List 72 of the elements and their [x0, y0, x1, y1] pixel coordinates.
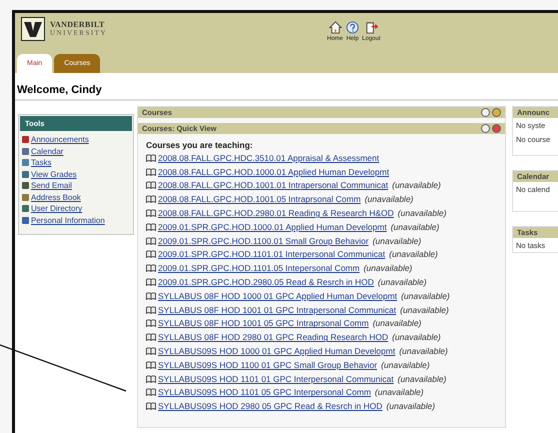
book-icon: [146, 236, 156, 245]
course-link[interactable]: SYLLABUS 08F HOD 1000 01 GPC Applied Human Developmt: [158, 290, 398, 301]
course-link[interactable]: SYLLABUS09S HOD 1100 01 GPC Small Group Behavior: [158, 360, 378, 370]
welcome-heading: Welcome, Cindy: [15, 73, 558, 101]
availability-note: (unavailable): [399, 346, 448, 356]
section-heading: Courses you are teaching:: [146, 140, 254, 150]
tool-link[interactable]: Calendar: [31, 146, 64, 156]
course-link[interactable]: SYLLABUS09S HOD 1101 05 GPC Interpersonal Comm: [158, 387, 371, 398]
availability-note: (unavailable): [364, 263, 412, 274]
availability-note: (unavailable): [389, 249, 438, 260]
book-icon: [146, 181, 156, 190]
door-icon: [364, 21, 378, 34]
edit-icon[interactable]: [492, 108, 501, 117]
course-link[interactable]: SYLLABUS09S HOD 2980 05 GPC Read & Resrch in HOD: [158, 401, 382, 412]
availability-note: (unavailable): [381, 360, 430, 370]
book-icon: [146, 319, 156, 328]
shield-icon: [21, 17, 45, 41]
tool-link[interactable]: Tasks: [31, 158, 52, 168]
availability-note: (unavailable): [392, 180, 441, 190]
home-icon: [328, 21, 342, 34]
course-link[interactable]: 2008.08.FALL.GPC.HOD.1001.05 Intraprsonal Comm: [158, 194, 361, 204]
availability-note: (unavailable): [372, 236, 422, 246]
logo-title: VANDERBILT: [50, 20, 106, 29]
book-icon: [146, 222, 156, 231]
availability-note: (unavailable): [401, 290, 450, 301]
course-link[interactable]: 2008.08.FALL.GPC.HOD.1000.01 Applied Human Developmt: [158, 166, 390, 177]
course-link[interactable]: SYLLABUS09S HOD 1000 01 GPC Applied Human Developmt: [158, 346, 396, 356]
availability-note: (unavailable): [398, 208, 446, 218]
course-link[interactable]: 2009.01.SPR.GPC.HOD.1100.01 Small Group Behavior: [158, 236, 369, 246]
course-link[interactable]: SYLLABUS 08F HOD 1001 01 GPC Intrapersonal Communicat: [158, 304, 396, 315]
tool-link[interactable]: Announcements: [31, 135, 89, 144]
book-icon: [146, 278, 156, 286]
tool-link[interactable]: Personal Information: [31, 216, 105, 225]
close-icon[interactable]: [492, 124, 501, 133]
tool-link[interactable]: Send Email: [31, 181, 72, 190]
course-link[interactable]: 2009.01.SPR.GPC.HOD.1101.01 Interpersonal Communicat: [158, 249, 386, 260]
book-icon: [146, 388, 156, 396]
course-link[interactable]: 2009.01.SPR.GPC.HOD.2980.05 Read & Resrch in HOD: [158, 277, 374, 288]
book-icon: [146, 360, 156, 369]
availability-note: (unavailable): [372, 318, 422, 328]
book-icon: [146, 292, 156, 300]
availability-note: (unavailable): [390, 222, 440, 232]
book-icon: [146, 264, 156, 272]
course-link[interactable]: 2009.01.SPR.GPC.HOD.1000.01 Applied Human Developmt: [158, 222, 387, 232]
book-icon: [146, 154, 156, 162]
availability-note: (unavailable): [392, 332, 441, 342]
availability-note: (unavailable): [364, 194, 414, 204]
availability-note: (unavailable): [400, 304, 449, 315]
book-icon: [146, 347, 156, 356]
course-link[interactable]: SYLLABUS 08F HOD 1001 05 GPC Intraprsonal Comm: [158, 318, 369, 328]
course-link[interactable]: SYLLABUS 08F HOD 2980 01 GPC Reading Research HOD: [158, 332, 388, 342]
tool-link[interactable]: User Directory: [31, 204, 82, 214]
availability-note: (unavailable): [398, 374, 446, 384]
help-icon: [346, 21, 360, 34]
course-link[interactable]: 2008.08.FALL.GPC.HDC.3510.01 Appraisal & Assessment: [158, 152, 380, 163]
book-icon: [146, 333, 156, 342]
book-icon: [146, 374, 156, 383]
book-icon: [146, 402, 156, 410]
availability-note: (unavailable): [374, 387, 424, 398]
tool-link[interactable]: Address Book: [31, 192, 81, 202]
availability-note: (unavailable): [386, 401, 436, 412]
course-link[interactable]: 2009.01.SPR.GPC.HOD.1101.05 Intepersonal Comm: [158, 263, 360, 274]
tool-link[interactable]: View Grades: [31, 170, 77, 179]
course-link[interactable]: SYLLABUS09S HOD 1101 01 GPC Interpersonal Communicat: [158, 374, 394, 384]
book-icon: [146, 168, 156, 176]
book-icon: [146, 250, 156, 258]
course-link[interactable]: 2008.08.FALL.GPC.HOD.2980.01 Reading & Research H&OD: [158, 208, 394, 218]
book-icon: [146, 306, 156, 314]
availability-note: (unavailable): [378, 277, 427, 288]
book-icon: [146, 195, 156, 204]
book-icon: [146, 209, 156, 218]
course-link[interactable]: 2008.08.FALL.GPC.HOD.1001.01 Intrapersonal Communicat: [158, 180, 388, 190]
